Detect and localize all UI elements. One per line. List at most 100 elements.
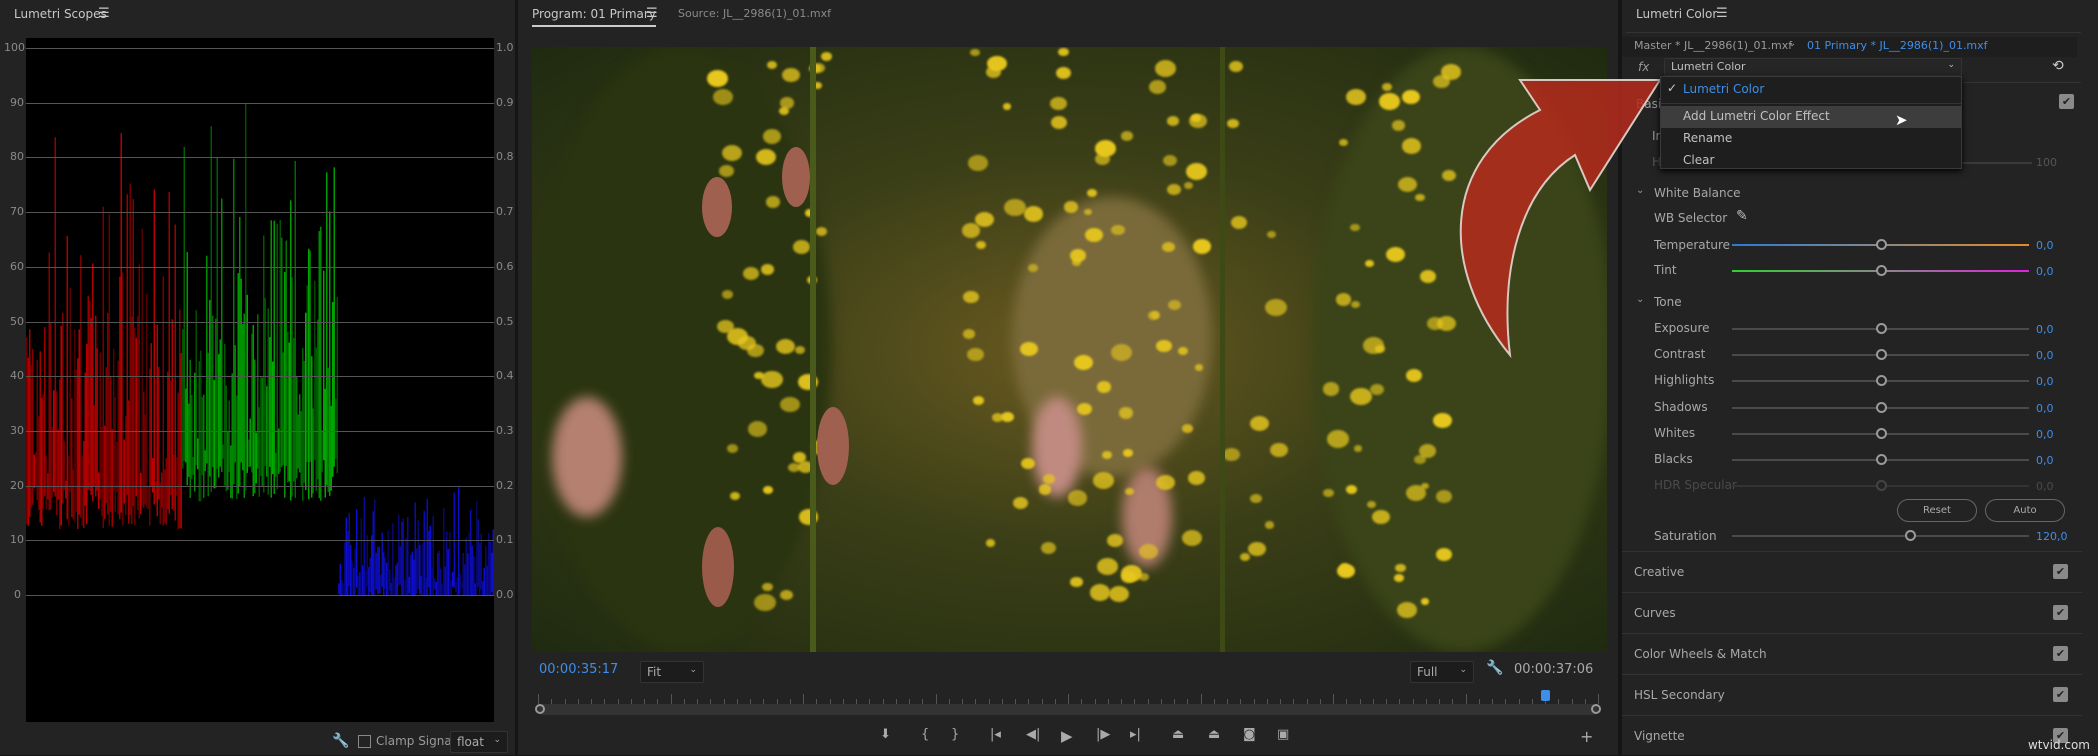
slider-knob[interactable] (1905, 530, 1917, 541)
slider-knob[interactable] (1875, 265, 1887, 276)
tab-source[interactable]: Source: JL__2986(1)_01.mxf (678, 7, 831, 20)
flower (1023, 206, 1044, 222)
slider-knob[interactable] (1875, 375, 1887, 387)
resolution-dropdown[interactable]: Full ⌄ (1410, 661, 1474, 683)
tint-slider[interactable] (1732, 265, 2029, 276)
slider-knob[interactable] (1875, 349, 1887, 361)
section-hsl-secondary[interactable]: HSL Secondary ✔ (1622, 674, 2082, 715)
chevron-down-icon[interactable]: ⌄ (1788, 38, 1796, 49)
go-to-out-button[interactable]: ▸| (1130, 727, 1141, 742)
export-frame-camera-icon[interactable]: ◙ (1243, 727, 1256, 742)
exposure-slider[interactable] (1732, 323, 2029, 334)
menu-item-lumetri-color[interactable]: Lumetri Color (1661, 79, 1961, 101)
slider-knob[interactable] (1875, 427, 1887, 439)
section-color-wheels-match[interactable]: Color Wheels & Match ✔ (1622, 633, 2082, 674)
reset-button[interactable]: Reset (1897, 499, 1977, 522)
section-enable-checkbox[interactable]: ✔ (2053, 605, 2068, 620)
panel-title: Lumetri Scopes (14, 7, 107, 21)
section-label: Color Wheels & Match (1634, 647, 1767, 661)
exposure-value[interactable]: 0,0 (2036, 323, 2054, 336)
menu-item-clear[interactable]: Clear (1661, 150, 1961, 172)
menu-item-rename[interactable]: Rename (1661, 128, 1961, 150)
time-ruler[interactable] (538, 690, 1599, 704)
flower (1090, 584, 1111, 601)
panel-menu-icon[interactable]: ☰ (98, 6, 110, 21)
temperature-value[interactable]: 0,0 (2036, 239, 2054, 252)
highlights-slider[interactable] (1732, 375, 2029, 387)
flower (1093, 471, 1115, 489)
contrast-slider[interactable] (1732, 349, 2029, 361)
right-tick-label: 0.1 (496, 533, 514, 547)
button-editor-plus-icon[interactable]: + (1580, 727, 1593, 746)
effect-select[interactable]: Lumetri Color ⌄ (1664, 58, 1962, 76)
section-enable-checkbox[interactable]: ✔ (2053, 564, 2068, 579)
section-curves[interactable]: Curves ✔ (1622, 592, 2082, 633)
flower (721, 290, 734, 299)
add-marker-button[interactable]: ⬇ (880, 727, 891, 742)
whites-value[interactable]: 0,0 (2036, 428, 2054, 441)
zoom-dropdown[interactable]: Fit ⌄ (640, 661, 704, 683)
scrub-bar[interactable] (535, 704, 1601, 715)
comparison-view-button[interactable]: ▣ (1277, 727, 1289, 742)
flower (1249, 493, 1262, 504)
slider-knob[interactable] (1875, 454, 1887, 465)
playhead[interactable] (1541, 690, 1550, 701)
tint-value[interactable]: 0,0 (2036, 265, 2054, 278)
auto-button[interactable]: Auto (1985, 499, 2065, 522)
panel-menu-icon[interactable]: ☰ (1716, 6, 1728, 21)
reset-effect-icon[interactable]: ⟲ (2052, 58, 2064, 74)
extract-button[interactable]: ⏏ (1208, 727, 1220, 742)
section-enable-checkbox[interactable]: ✔ (2053, 687, 2068, 702)
clamp-signal-checkbox[interactable] (358, 735, 371, 748)
panel-menu-icon[interactable]: ☰ (646, 6, 658, 21)
flower (779, 396, 800, 413)
play-button[interactable]: ▶ (1061, 727, 1073, 745)
slider-knob[interactable] (1875, 401, 1887, 413)
lift-button[interactable]: ⏏ (1172, 727, 1184, 742)
flower (1050, 116, 1068, 130)
section-vignette[interactable]: Vignette ✔ (1622, 715, 2082, 756)
saturation-value[interactable]: 120,0 (2036, 530, 2068, 543)
out-handle[interactable] (1591, 704, 1601, 714)
mark-in-button[interactable]: { (921, 727, 929, 742)
flower (1167, 116, 1180, 126)
left-tick-label: 20 (10, 478, 24, 492)
tab-program[interactable]: Program: 01 Primary (532, 7, 656, 27)
blacks-slider[interactable] (1732, 454, 2029, 465)
flower (1365, 259, 1374, 267)
slider-knob[interactable] (1875, 239, 1887, 250)
flower (1185, 162, 1208, 180)
flower (1350, 223, 1360, 232)
whites-slider[interactable] (1732, 427, 2029, 439)
flower (1004, 198, 1027, 217)
menu-item-add-lumetri-color-effect[interactable]: Add Lumetri Color Effect (1661, 106, 1961, 128)
shadows-slider[interactable] (1732, 401, 2029, 413)
temperature-slider[interactable] (1732, 239, 2029, 250)
wrench-icon[interactable]: 🔧 (332, 733, 349, 749)
step-forward-button[interactable]: |▶ (1096, 727, 1110, 742)
blacks-value[interactable]: 0,0 (2036, 454, 2054, 467)
sequence-clip-tab[interactable]: 01 Primary * JL__2986(1)_01.mxf (1807, 39, 1988, 52)
chevron-down-icon: ⌄ (689, 665, 697, 675)
flower (1123, 449, 1133, 457)
hdr-white-slider (1962, 162, 2032, 164)
slider-knob[interactable] (1875, 323, 1887, 334)
in-handle[interactable] (535, 704, 545, 714)
eyedropper-icon[interactable]: ✎ (1736, 208, 1748, 224)
basic-correction-checkbox[interactable]: ✔ (2059, 94, 2074, 109)
contrast-value[interactable]: 0,0 (2036, 349, 2054, 362)
flower (1435, 547, 1453, 561)
flower (1021, 457, 1036, 469)
current-timecode[interactable]: 00:00:35:17 (539, 662, 618, 677)
flower (1085, 227, 1104, 242)
section-enable-checkbox[interactable]: ✔ (2053, 646, 2068, 661)
wrench-icon[interactable]: 🔧 (1486, 660, 1503, 676)
shadows-value[interactable]: 0,0 (2036, 402, 2054, 415)
go-to-in-button[interactable]: |◂ (990, 727, 1001, 742)
precision-dropdown[interactable]: float ⌄ (450, 731, 508, 753)
step-back-button[interactable]: ◀| (1026, 727, 1040, 742)
mark-out-button[interactable]: } (951, 727, 959, 742)
section-creative[interactable]: Creative ✔ (1622, 551, 2082, 592)
highlights-value[interactable]: 0,0 (2036, 375, 2054, 388)
saturation-slider[interactable] (1732, 530, 2029, 541)
